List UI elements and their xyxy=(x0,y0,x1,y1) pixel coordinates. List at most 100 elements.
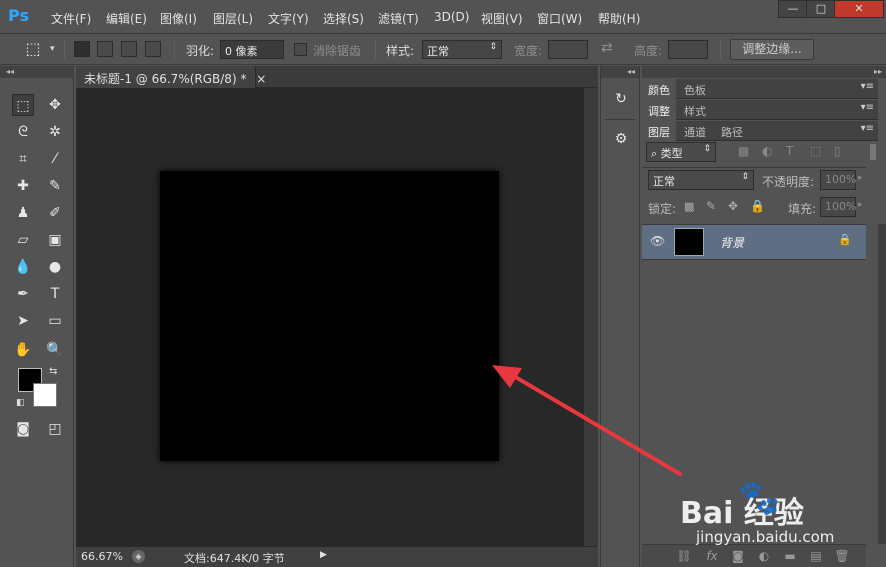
tab-paths[interactable]: 路径 xyxy=(715,121,749,141)
filter-type-icon[interactable]: T xyxy=(786,144,793,158)
eyedropper-icon[interactable]: ⁄ xyxy=(44,148,66,170)
filter-shape-icon[interactable]: ⬚ xyxy=(810,144,821,158)
quick-mask-icon[interactable]: ◙ xyxy=(12,418,34,440)
pen-tool-icon[interactable]: ✒ xyxy=(12,283,34,305)
healing-brush-icon[interactable]: ✚ xyxy=(12,175,34,197)
menu-type[interactable]: 文字(Y) xyxy=(268,10,309,27)
menu-select[interactable]: 选择(S) xyxy=(323,10,364,27)
tab-channels[interactable]: 通道 xyxy=(678,121,712,141)
properties-panel-icon[interactable]: ⚙ xyxy=(610,128,632,150)
eye-icon[interactable]: 👁 xyxy=(650,234,665,248)
delete-layer-icon[interactable]: 🗑 xyxy=(834,549,850,563)
feather-input[interactable]: 0 像素 xyxy=(220,40,284,59)
panel-menu-icon[interactable]: ▾≡ xyxy=(861,81,874,92)
share-icon[interactable]: ◈ xyxy=(132,550,145,563)
tab-adjustments[interactable]: 调整 xyxy=(642,100,676,120)
filter-pixel-icon[interactable]: ▩ xyxy=(738,144,749,158)
default-colors-icon[interactable]: ◧ xyxy=(16,398,25,408)
menu-file[interactable]: 文件(F) xyxy=(51,10,91,27)
layer-row-background[interactable]: 👁 背景 🔒 xyxy=(642,224,866,260)
width-input[interactable] xyxy=(548,40,588,59)
lock-transparent-icon[interactable]: ▩ xyxy=(684,200,694,213)
collapse-toolbar-icon[interactable]: ◂◂ xyxy=(0,66,74,78)
type-tool-icon[interactable]: T xyxy=(44,283,66,305)
menu-filter[interactable]: 滤镜(T) xyxy=(378,10,419,27)
tab-layers[interactable]: 图层 xyxy=(642,121,676,141)
brush-tool-icon[interactable]: ✎ xyxy=(44,175,66,197)
magic-wand-icon[interactable]: ✲ xyxy=(44,121,66,143)
fx-icon[interactable]: fx xyxy=(704,549,720,563)
fill-input[interactable]: 100% xyxy=(820,197,856,217)
panel-menu-icon[interactable]: ▾≡ xyxy=(861,102,874,113)
screen-mode-icon[interactable]: ◰ xyxy=(44,418,66,440)
expand-panels-icon[interactable]: ◂◂ xyxy=(601,66,639,78)
swap-colors-icon[interactable]: ⇆ xyxy=(49,366,57,377)
status-menu-icon[interactable]: ▶ xyxy=(320,550,327,560)
preset-dropdown-icon[interactable]: ▾ xyxy=(50,44,55,54)
clone-stamp-icon[interactable]: ♟ xyxy=(12,202,34,224)
rectangular-marquee-icon[interactable]: ⬚ xyxy=(12,94,34,116)
panel-menu-icon[interactable]: ▾≡ xyxy=(861,123,874,134)
sponge-tool-icon[interactable]: ● xyxy=(44,256,66,278)
style-select[interactable]: 正常 ⇕ xyxy=(422,40,502,59)
antialias-checkbox[interactable] xyxy=(294,43,307,56)
eraser-icon[interactable]: ▱ xyxy=(12,229,34,251)
gradient-tool-icon[interactable]: ▣ xyxy=(44,229,66,251)
maximize-button[interactable]: □ xyxy=(806,0,836,18)
close-button[interactable]: ✕ xyxy=(834,0,884,18)
menu-help[interactable]: 帮助(H) xyxy=(598,10,640,27)
menu-window[interactable]: 窗口(W) xyxy=(537,10,582,27)
collapse-panels-icon[interactable]: ▸▸ xyxy=(642,66,886,78)
subtract-selection-icon[interactable] xyxy=(121,41,137,57)
filter-adjustment-icon[interactable]: ◐ xyxy=(762,144,772,158)
history-brush-icon[interactable]: ✐ xyxy=(44,202,66,224)
add-mask-icon[interactable]: ◙ xyxy=(730,549,746,563)
lock-all-icon[interactable]: 🔒 xyxy=(750,199,765,213)
marquee-preset-icon[interactable]: ⬚ xyxy=(22,38,44,60)
zoom-tool-icon[interactable]: 🔍 xyxy=(44,339,66,361)
adjustment-layer-icon[interactable]: ◐ xyxy=(756,549,772,563)
canvas[interactable] xyxy=(160,171,499,461)
link-layers-icon[interactable]: ⛓ xyxy=(676,549,692,563)
menu-edit[interactable]: 编辑(E) xyxy=(106,10,147,27)
rectangle-tool-icon[interactable]: ▭ xyxy=(44,310,66,332)
tab-color[interactable]: 颜色 xyxy=(642,79,676,99)
height-input[interactable] xyxy=(668,40,708,59)
filter-toggle[interactable] xyxy=(870,144,876,160)
layer-filter-select[interactable]: ⌕ 类型 ⇕ xyxy=(646,142,716,162)
layer-name[interactable]: 背景 xyxy=(720,234,744,251)
menu-3d[interactable]: 3D(D) xyxy=(434,10,469,24)
background-color-swatch[interactable] xyxy=(33,383,57,407)
lasso-tool-icon[interactable]: ᘓ xyxy=(12,121,34,143)
opacity-input[interactable]: 100% xyxy=(820,170,856,190)
opacity-dropdown-icon[interactable]: ▸ xyxy=(858,173,863,183)
menu-image[interactable]: 图像(I) xyxy=(160,10,197,27)
hand-tool-icon[interactable]: ✋ xyxy=(12,339,34,361)
new-layer-icon[interactable]: ▤ xyxy=(808,549,824,563)
minimize-button[interactable]: — xyxy=(778,0,808,18)
tab-styles[interactable]: 样式 xyxy=(678,100,712,120)
intersect-selection-icon[interactable] xyxy=(145,41,161,57)
zoom-level[interactable]: 66.67% xyxy=(81,550,123,563)
menu-view[interactable]: 视图(V) xyxy=(481,10,523,27)
blend-mode-select[interactable]: 正常 ⇕ xyxy=(648,170,754,190)
new-selection-icon[interactable] xyxy=(74,41,90,57)
tab-swatches[interactable]: 色板 xyxy=(678,79,712,99)
lock-pixels-icon[interactable]: ✎ xyxy=(706,199,716,213)
move-tool-icon[interactable]: ✥ xyxy=(44,94,66,116)
path-selection-icon[interactable]: ➤ xyxy=(12,310,34,332)
new-group-icon[interactable]: ▬ xyxy=(782,549,798,563)
filter-smart-object-icon[interactable]: ▯ xyxy=(834,144,841,158)
blur-tool-icon[interactable]: 💧 xyxy=(12,256,34,278)
lock-position-icon[interactable]: ✥ xyxy=(728,199,738,213)
fill-dropdown-icon[interactable]: ▸ xyxy=(858,200,863,210)
history-panel-icon[interactable]: ↻ xyxy=(610,88,632,110)
crop-tool-icon[interactable]: ⌗ xyxy=(12,148,34,170)
add-selection-icon[interactable] xyxy=(97,41,113,57)
vertical-scrollbar[interactable] xyxy=(584,88,598,546)
menu-layer[interactable]: 图层(L) xyxy=(213,10,253,27)
swap-icon[interactable]: ⇄ xyxy=(601,40,613,56)
document-tab[interactable]: 未标题-1 @ 66.7%(RGB/8) * × xyxy=(76,66,266,88)
close-tab-icon[interactable]: × xyxy=(256,72,266,86)
refine-edge-button[interactable]: 调整边缘... xyxy=(730,39,814,60)
